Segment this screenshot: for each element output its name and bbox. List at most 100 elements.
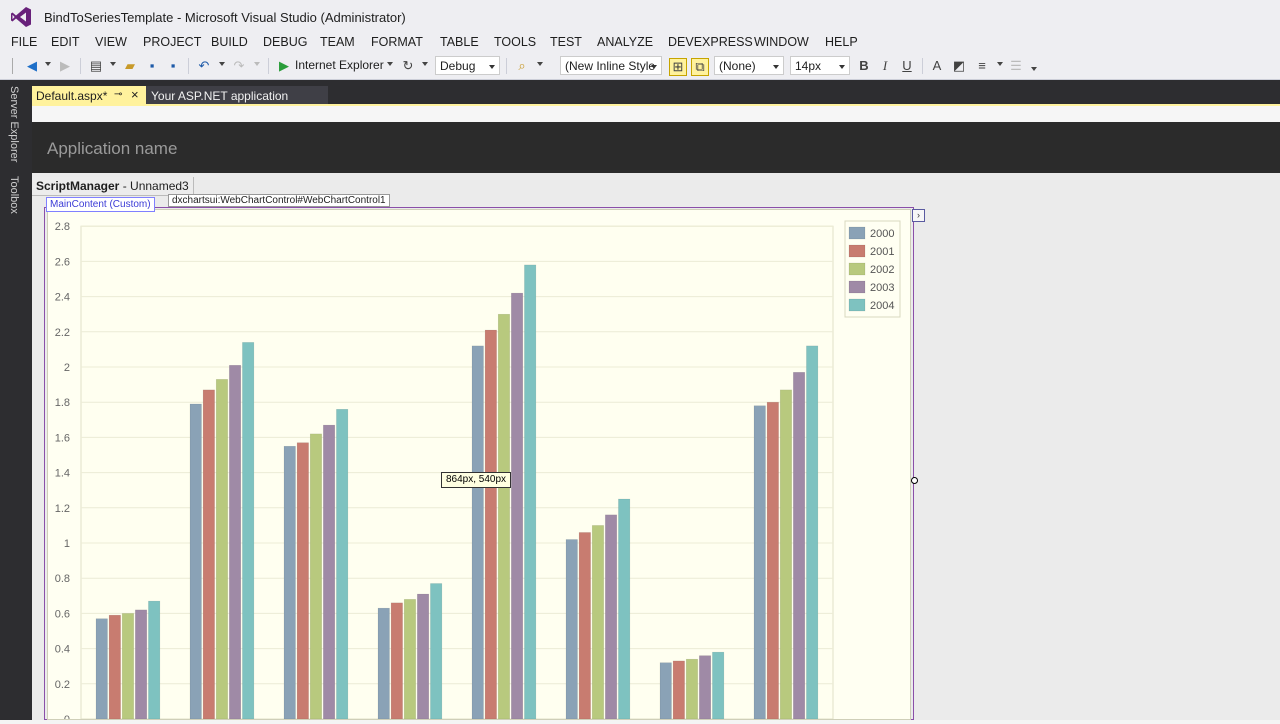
bar-2001-4 [390,602,403,720]
bar-2004-8 [806,345,819,720]
menu-analyze[interactable]: ANALYZE [593,34,657,50]
y-axis-ticks: 0 0.2 0.4 0.6 0.8 1 1.2 1.4 1.6 1.8 2 2.2 2.4 2.6 2.8 [55,221,70,724]
bar-2004-3 [336,408,349,720]
font-size-select[interactable]: 14px [790,56,850,75]
bar-2003-2 [229,364,242,720]
close-icon[interactable]: × [131,87,139,102]
pin-icon[interactable]: ⊸ [114,89,122,100]
bar-chart: 00.20.40.60.811.21.41.61.822.22.42.62.8 … [55,220,901,724]
style-value: (New Inline Style [565,59,656,73]
bar-2003-3 [323,424,336,720]
find-in-files-icon[interactable]: ⌕ [514,58,530,74]
app-header-bar[interactable] [32,122,1280,173]
bar-2001-5 [484,329,497,720]
tab-default-aspx-label: Default.aspx* [36,89,108,103]
toolbox-tab[interactable]: Toolbox [8,176,20,214]
chevron-down-icon [489,65,495,69]
bold-button[interactable]: B [856,58,872,74]
run-target-dropdown-icon[interactable] [387,62,393,66]
script-manager-id: - Unnamed3 [119,179,189,193]
menu-edit[interactable]: EDIT [47,34,83,50]
bullets-icon[interactable]: ☰ [1008,58,1024,74]
chart-legend[interactable]: 2000 2001 2002 2003 2004 [844,220,901,318]
open-file-icon[interactable]: ▰ [122,58,138,74]
app-name[interactable]: Application name [47,139,177,159]
menu-view[interactable]: VIEW [91,34,131,50]
align-left-icon[interactable]: ≡ [974,58,990,74]
menu-window[interactable]: WINDOW [750,34,813,50]
y-tick-label: 0.6 [55,608,70,620]
toolbar-separator [80,58,81,74]
legend-swatch-2000 [848,226,866,240]
bar-2001-6 [578,532,591,720]
bar-2002-3 [309,433,322,720]
bar-2004-5 [524,264,537,720]
underline-button[interactable]: U [899,58,915,74]
alignment-dropdown-icon[interactable] [997,62,1003,66]
redo-icon[interactable]: ↷ [231,58,247,74]
y-tick-label: 2.8 [55,221,70,233]
bar-2001-8 [766,401,779,720]
refresh-icon[interactable]: ↻ [400,58,416,74]
new-project-dropdown-icon[interactable] [110,62,116,66]
menu-project[interactable]: PROJECT [139,34,205,50]
find-dropdown-icon[interactable] [537,62,543,66]
menu-build[interactable]: BUILD [207,34,252,50]
bar-2004-4 [430,583,443,720]
smart-tag-chevron-icon[interactable]: › [912,209,925,222]
menu-format[interactable]: FORMAT [367,34,427,50]
bar-2003-6 [605,514,618,720]
target-rule-select[interactable]: (None) [714,56,784,75]
menu-test[interactable]: TEST [546,34,586,50]
toolbar-overflow-icon[interactable] [1031,67,1037,71]
style-application-icon[interactable]: ⊞ [669,58,687,76]
server-explorer-tab[interactable]: Server Explorer [8,86,20,162]
side-panel: Server Explorer Toolbox [0,80,32,720]
y-tick-label: 1.4 [55,468,70,480]
menu-devexpress[interactable]: DEVEXPRESS [664,34,757,50]
bar-2002-1 [121,613,134,720]
resize-handle[interactable] [911,477,918,484]
solution-config-select[interactable]: Debug [435,56,500,75]
style-select[interactable]: (New Inline Style [560,56,662,75]
web-chart-control-tag[interactable]: dxchartsui:WebChartControl#WebChartContr… [168,194,390,207]
size-tooltip: 864px, 540px [441,472,512,488]
bar-2002-5 [497,313,510,720]
run-target-label[interactable]: Internet Explorer [295,58,384,72]
y-tick-label: 2 [64,362,70,374]
undo-icon[interactable]: ↶ [196,58,212,74]
legend-swatch-2002 [848,262,866,276]
back-dropdown-icon[interactable] [45,62,51,66]
italic-button[interactable]: I [877,58,893,74]
y-tick-label: 0.8 [55,573,70,585]
web-chart-control[interactable]: 00.20.40.60.811.21.41.61.822.22.42.62.8 … [47,209,911,724]
start-debugging-icon[interactable]: ▶ [276,58,292,74]
bar-2004-1 [148,600,161,720]
menu-tools[interactable]: TOOLS [490,34,540,50]
forward-icon[interactable]: ▶ [57,58,73,74]
back-icon[interactable]: ◀ [24,58,40,74]
solution-config-value: Debug [440,59,476,73]
toolbar-separator [268,58,269,74]
visual-studio-logo-icon [11,7,31,27]
menu-table[interactable]: TABLE [436,34,483,50]
refresh-dropdown-icon[interactable] [422,62,428,66]
bar-2000-1 [95,618,108,720]
menu-file[interactable]: FILE [7,34,41,50]
y-tick-label: 0.2 [55,679,70,691]
redo-dropdown-icon[interactable] [254,62,260,66]
design-surface-top-strip [32,106,1280,122]
new-project-icon[interactable]: ▤ [88,58,104,74]
foreground-color-icon[interactable]: A [929,58,945,74]
menu-help[interactable]: HELP [821,34,862,50]
save-all-icon[interactable]: ▪ [165,58,181,74]
undo-dropdown-icon[interactable] [219,62,225,66]
menu-debug[interactable]: DEBUG [259,34,311,50]
background-color-icon[interactable]: ◩ [951,58,967,74]
bar-2003-1 [135,609,148,720]
main-content-tag[interactable]: MainContent (Custom) [46,197,155,212]
save-icon[interactable]: ▪ [144,58,160,74]
target-rule-icon[interactable]: ⧉ [691,58,709,76]
bar-2001-1 [108,614,121,720]
menu-team[interactable]: TEAM [316,34,359,50]
